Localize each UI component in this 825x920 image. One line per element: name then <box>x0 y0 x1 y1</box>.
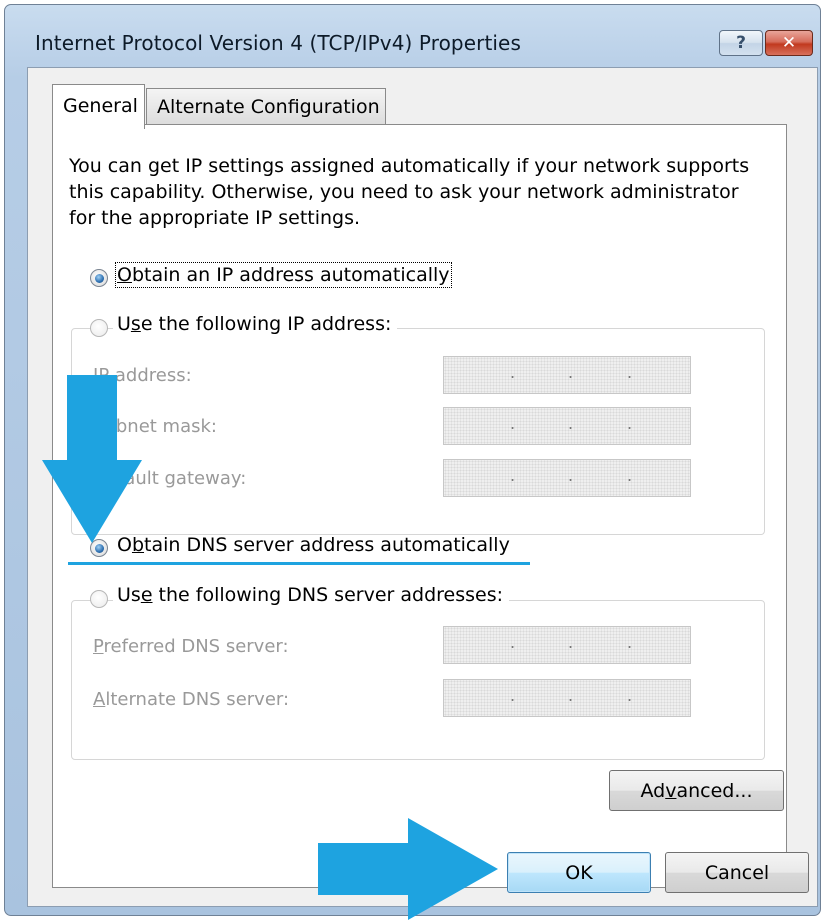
dialog-client-area: General Alternate Configuration You can … <box>27 67 818 907</box>
label-text-suffix: referred DNS server: <box>103 636 289 657</box>
label-text-suffix: btain an IP address automatically <box>131 264 450 286</box>
access-key: s <box>130 313 141 335</box>
label-text-prefix: Ad <box>640 779 666 802</box>
octet-separator: . <box>627 466 633 485</box>
label-text-suffix: the following DNS server addresses: <box>152 584 503 606</box>
preferred-dns-server-field[interactable]: ... <box>443 626 691 664</box>
alternate-dns-server-field[interactable]: ... <box>443 679 691 717</box>
preferred-dns-server-label: Preferred DNS server: <box>93 636 289 657</box>
window-title: Internet Protocol Version 4 (TCP/IPv4) P… <box>35 31 521 55</box>
octet-separator: . <box>510 686 516 705</box>
octet-separator: . <box>568 633 574 652</box>
help-icon: ? <box>736 33 746 53</box>
octet-separator: . <box>627 363 633 382</box>
default-gateway-field[interactable]: ... <box>443 459 691 497</box>
octet-separator: . <box>627 414 633 433</box>
octet-separator: . <box>568 414 574 433</box>
octet-separator: . <box>627 686 633 705</box>
label-text-suffix: lternate DNS server: <box>105 689 290 710</box>
label-text-suffix: e the following IP address: <box>140 313 392 335</box>
octet-separator: . <box>568 466 574 485</box>
octet-separator: . <box>568 363 574 382</box>
label-text-suffix: tain DNS server address automatically <box>144 534 510 556</box>
octet-separator: . <box>510 414 516 433</box>
title-bar[interactable]: Internet Protocol Version 4 (TCP/IPv4) P… <box>5 5 820 67</box>
obtain-dns-automatically-label[interactable]: Obtain DNS server address automatically <box>117 534 510 556</box>
obtain-ip-automatically-radio[interactable] <box>90 269 108 287</box>
use-following-dns-radio[interactable] <box>90 590 108 608</box>
octet-separator: . <box>627 633 633 652</box>
general-tab-panel: You can get IP settings assigned automat… <box>52 124 787 888</box>
radio-selected-dot <box>94 273 104 283</box>
label-text-prefix: Us <box>117 584 141 606</box>
ok-button-label: OK <box>565 861 593 884</box>
access-key: A <box>93 689 106 710</box>
down-arrow-icon <box>42 375 142 543</box>
right-arrow-icon <box>318 818 498 920</box>
ok-button[interactable]: OK <box>507 852 651 893</box>
label-text-prefix: U <box>117 313 131 335</box>
cancel-button-label: Cancel <box>704 861 770 884</box>
access-key: v <box>665 779 677 802</box>
tab-general[interactable]: General <box>52 84 145 129</box>
intro-text: You can get IP settings assigned automat… <box>69 155 750 229</box>
cancel-button[interactable]: Cancel <box>665 852 809 893</box>
tab-alternate-configuration[interactable]: Alternate Configuration <box>146 88 386 125</box>
advanced-button[interactable]: Ad v anced... <box>609 770 784 811</box>
tab-general-label: General <box>63 95 138 117</box>
alternate-dns-server-label: Alternate DNS server: <box>93 689 289 710</box>
access-key: O <box>117 264 132 286</box>
obtain-ip-automatically-label[interactable]: Obtain an IP address automatically <box>115 262 452 288</box>
close-button[interactable]: ✕ <box>765 30 813 56</box>
access-key: e <box>140 584 153 606</box>
use-following-dns-label[interactable]: Use the following DNS server addresses: <box>113 584 509 606</box>
octet-separator: . <box>510 363 516 382</box>
use-following-ip-label[interactable]: Use the following IP address: <box>113 313 398 335</box>
octet-separator: . <box>510 633 516 652</box>
close-icon: ✕ <box>781 33 797 53</box>
ip-address-field[interactable]: ... <box>443 356 691 394</box>
access-key: P <box>93 636 104 657</box>
use-following-ip-radio[interactable] <box>90 319 108 337</box>
help-button[interactable]: ? <box>719 30 763 56</box>
subnet-mask-field[interactable]: ... <box>443 407 691 445</box>
octet-separator: . <box>510 466 516 485</box>
label-text-suffix: anced... <box>676 779 753 802</box>
annotation-underline <box>68 562 530 565</box>
tab-alternate-configuration-label: Alternate Configuration <box>157 96 380 118</box>
octet-separator: . <box>568 686 574 705</box>
